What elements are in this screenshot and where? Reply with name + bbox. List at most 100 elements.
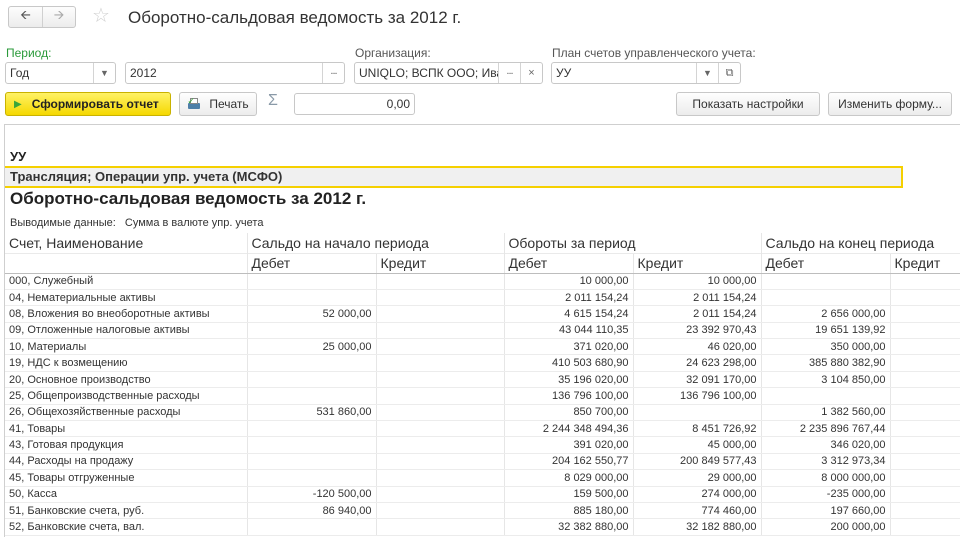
- cell-closing-credit[interactable]: [889, 338, 960, 356]
- cell-closing-debit[interactable]: 19 651 139,92: [760, 322, 891, 340]
- table-row[interactable]: 09, Отложенные налоговые активы 43 044 11…: [5, 322, 960, 340]
- table-row[interactable]: 000, Служебный 10 000,00 10 000,00: [5, 273, 960, 290]
- cell-turnover-credit[interactable]: 2 011 154,24: [632, 289, 762, 307]
- cell-account[interactable]: 25, Общепроизводственные расходы: [5, 387, 247, 405]
- cell-turnover-credit[interactable]: 200 849 577,43: [632, 453, 762, 471]
- cell-opening-credit[interactable]: [375, 469, 504, 487]
- cell-turnover-debit[interactable]: 10 000,00: [503, 273, 633, 290]
- cell-turnover-debit[interactable]: 850 700,00: [503, 404, 633, 422]
- cell-turnover-debit[interactable]: 159 500,00: [503, 486, 633, 503]
- cell-account[interactable]: 41, Товары: [5, 420, 247, 438]
- cell-account[interactable]: 19, НДС к возмещению: [5, 354, 247, 372]
- cell-turnover-debit[interactable]: 391 020,00: [503, 436, 633, 454]
- chart-of-accounts-dropdown-button[interactable]: ▼: [696, 63, 718, 83]
- cell-turnover-credit[interactable]: 23 392 970,43: [632, 322, 762, 340]
- cell-turnover-credit[interactable]: 136 796 100,00: [632, 387, 762, 405]
- table-row[interactable]: 43, Готовая продукция 391 020,00 45 000,00…: [5, 436, 960, 454]
- cell-opening-credit[interactable]: [375, 338, 504, 356]
- cell-opening-credit[interactable]: [375, 354, 504, 372]
- organization-clear-button[interactable]: ×: [520, 63, 542, 83]
- change-form-button[interactable]: Изменить форму...: [828, 92, 952, 116]
- cell-closing-debit[interactable]: 1 382 560,00: [760, 404, 891, 422]
- cell-opening-debit[interactable]: [246, 387, 376, 405]
- cell-closing-debit[interactable]: -235 000,00: [760, 486, 891, 503]
- cell-opening-debit[interactable]: 86 940,00: [246, 502, 376, 520]
- cell-closing-credit[interactable]: [889, 469, 960, 487]
- cell-closing-debit[interactable]: 346 020,00: [760, 436, 891, 454]
- cell-opening-debit[interactable]: 52 000,00: [246, 305, 376, 323]
- table-row[interactable]: 26, Общехозяйственные расходы 531 860,00 8…: [5, 404, 960, 422]
- generate-report-button[interactable]: ▶ Сформировать отчет: [5, 92, 171, 116]
- cell-account[interactable]: 08, Вложения во внеоборотные активы: [5, 305, 247, 323]
- cell-account[interactable]: 50, Касса: [5, 486, 247, 503]
- cell-closing-debit[interactable]: [760, 387, 891, 405]
- period-value-field[interactable]: 2012 ...: [125, 62, 345, 84]
- cell-account[interactable]: 51, Банковские счета, руб.: [5, 502, 247, 520]
- table-row[interactable]: 25, Общепроизводственные расходы 136 796 …: [5, 387, 960, 405]
- cell-opening-credit[interactable]: [375, 404, 504, 422]
- cell-closing-credit[interactable]: [889, 289, 960, 307]
- cell-opening-credit[interactable]: [375, 387, 504, 405]
- cell-opening-debit[interactable]: [246, 453, 376, 471]
- cell-account[interactable]: 52, Банковские счета, вал.: [5, 518, 247, 536]
- cell-account[interactable]: 43, Готовая продукция: [5, 436, 247, 454]
- table-row[interactable]: 50, Касса -120 500,00 159 500,00 274 000,00…: [5, 486, 960, 503]
- cell-opening-credit[interactable]: [375, 305, 504, 323]
- chart-of-accounts-open-button[interactable]: ⧉: [718, 63, 740, 83]
- cell-account[interactable]: 000, Служебный: [5, 273, 247, 290]
- forward-button[interactable]: 🡪: [41, 7, 75, 27]
- cell-closing-debit[interactable]: [760, 289, 891, 307]
- cell-turnover-credit[interactable]: 774 460,00: [632, 502, 762, 520]
- cell-turnover-credit[interactable]: 10 000,00: [632, 273, 762, 290]
- cell-closing-credit[interactable]: [889, 305, 960, 323]
- cell-turnover-debit[interactable]: 43 044 110,35: [503, 322, 633, 340]
- cell-opening-debit[interactable]: -120 500,00: [246, 486, 376, 503]
- cell-closing-debit[interactable]: [760, 273, 891, 290]
- cell-closing-debit[interactable]: 197 660,00: [760, 502, 891, 520]
- cell-account[interactable]: 04, Нематериальные активы: [5, 289, 247, 307]
- cell-turnover-debit[interactable]: 32 382 880,00: [503, 518, 633, 536]
- report-area[interactable]: УУ Трансляция; Операции упр. учета (МСФО…: [4, 124, 960, 537]
- cell-turnover-credit[interactable]: 24 623 298,00: [632, 354, 762, 372]
- table-row[interactable]: 44, Расходы на продажу 204 162 550,77 200 …: [5, 453, 960, 471]
- cell-opening-credit[interactable]: [375, 322, 504, 340]
- cell-closing-credit[interactable]: [889, 502, 960, 520]
- cell-turnover-debit[interactable]: 204 162 550,77: [503, 453, 633, 471]
- cell-closing-credit[interactable]: [889, 453, 960, 471]
- table-row[interactable]: 08, Вложения во внеоборотные активы 52 00…: [5, 305, 960, 323]
- cell-closing-debit[interactable]: 2 656 000,00: [760, 305, 891, 323]
- cell-opening-credit[interactable]: [375, 502, 504, 520]
- cell-opening-debit[interactable]: 25 000,00: [246, 338, 376, 356]
- cell-opening-credit[interactable]: [375, 289, 504, 307]
- cell-opening-credit[interactable]: [375, 453, 504, 471]
- period-type-dropdown-button[interactable]: ▼: [93, 63, 115, 83]
- table-row[interactable]: 19, НДС к возмещению 410 503 680,90 24 623…: [5, 354, 960, 372]
- cell-closing-debit[interactable]: 2 235 896 767,44: [760, 420, 891, 438]
- cell-account[interactable]: 09, Отложенные налоговые активы: [5, 322, 247, 340]
- cell-closing-credit[interactable]: [889, 404, 960, 422]
- show-settings-button[interactable]: Показать настройки: [676, 92, 820, 116]
- cell-opening-credit[interactable]: [375, 420, 504, 438]
- cell-closing-credit[interactable]: [889, 486, 960, 503]
- cell-closing-credit[interactable]: [889, 371, 960, 389]
- cell-opening-credit[interactable]: [375, 273, 504, 290]
- cell-opening-credit[interactable]: [375, 518, 504, 536]
- cell-turnover-debit[interactable]: 410 503 680,90: [503, 354, 633, 372]
- cell-closing-debit[interactable]: 350 000,00: [760, 338, 891, 356]
- cell-opening-credit[interactable]: [375, 436, 504, 454]
- table-row[interactable]: 10, Материалы 25 000,00 371 020,00 46 020,0…: [5, 338, 960, 356]
- selected-sum-field[interactable]: 0,00: [294, 93, 415, 115]
- cell-turnover-debit[interactable]: 2 011 154,24: [503, 289, 633, 307]
- table-row[interactable]: 20, Основное производство 35 196 020,00 32…: [5, 371, 960, 389]
- cell-turnover-credit[interactable]: 45 000,00: [632, 436, 762, 454]
- cell-turnover-debit[interactable]: 136 796 100,00: [503, 387, 633, 405]
- cell-closing-credit[interactable]: [889, 322, 960, 340]
- cell-opening-debit[interactable]: [246, 354, 376, 372]
- cell-account[interactable]: 20, Основное производство: [5, 371, 247, 389]
- cell-turnover-credit[interactable]: 29 000,00: [632, 469, 762, 487]
- cell-account[interactable]: 26, Общехозяйственные расходы: [5, 404, 247, 422]
- cell-turnover-debit[interactable]: 4 615 154,24: [503, 305, 633, 323]
- cell-closing-debit[interactable]: 385 880 382,90: [760, 354, 891, 372]
- cell-turnover-debit[interactable]: 8 029 000,00: [503, 469, 633, 487]
- cell-turnover-debit[interactable]: 371 020,00: [503, 338, 633, 356]
